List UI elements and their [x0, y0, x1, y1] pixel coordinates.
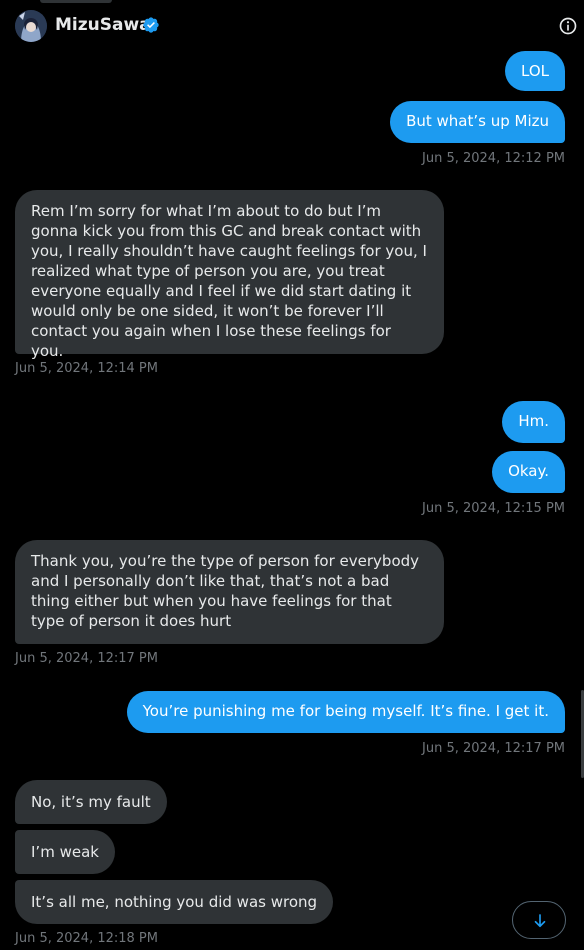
message-bubble-sent[interactable]: But what’s up Mizu: [390, 101, 565, 143]
message-timestamp: Jun 5, 2024, 12:15 PM: [422, 501, 565, 516]
message-timestamp: Jun 5, 2024, 12:12 PM: [422, 151, 565, 166]
arrow-down-icon: [534, 914, 546, 928]
message-timestamp: Jun 5, 2024, 12:17 PM: [15, 651, 158, 666]
header-divider: [40, 0, 112, 3]
verified-badge-icon: [143, 17, 159, 33]
message-bubble-received[interactable]: No, it’s my fault: [15, 780, 167, 824]
message-bubble-sent[interactable]: Hm.: [502, 401, 565, 443]
message-timestamp: Jun 5, 2024, 12:18 PM: [15, 931, 158, 946]
conversation-header: MizuSawa: [0, 0, 584, 50]
message-bubble-received[interactable]: I’m weak: [15, 830, 115, 874]
message-bubble-sent[interactable]: Okay.: [492, 451, 565, 493]
conversation-title: MizuSawa: [55, 15, 151, 35]
message-bubble-received[interactable]: Rem I’m sorry for what I’m about to do b…: [15, 190, 444, 360]
message-bubble-sent[interactable]: You’re punishing me for being myself. It…: [126, 691, 565, 733]
message-bubble-received[interactable]: Thank you, you’re the type of person for…: [15, 540, 444, 644]
message-bubble-sent[interactable]: LOL: [505, 51, 565, 91]
scroll-to-bottom-button[interactable]: [512, 901, 566, 939]
message-timestamp: Jun 5, 2024, 12:17 PM: [422, 741, 565, 756]
message-timestamp: Jun 5, 2024, 12:14 PM: [15, 361, 158, 376]
info-icon[interactable]: [558, 16, 578, 36]
message-bubble-received[interactable]: It’s all me, nothing you did was wrong: [15, 880, 334, 924]
avatar[interactable]: [15, 10, 47, 42]
